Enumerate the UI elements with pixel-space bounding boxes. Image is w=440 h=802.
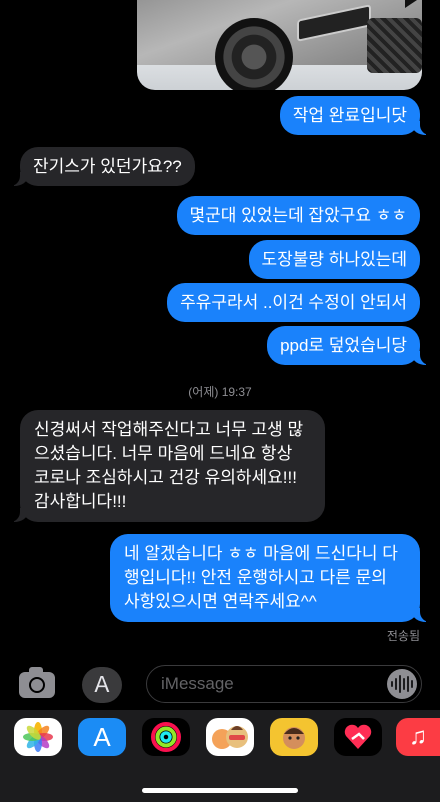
- delivered-status: 전송됨: [386, 629, 420, 643]
- animoji-icon[interactable]: [270, 718, 318, 756]
- message-bubble-incoming[interactable]: 신경써서 작업해주신다고 너무 고생 많으셨습니다. 너무 마음에 드네요 항상…: [6, 410, 325, 522]
- music-icon[interactable]: ♫: [396, 718, 440, 756]
- message-thread[interactable]: 작업 완료입니닷 잔기스가 있던가요?? 몇군대 있었는데 잡았구요 ㅎㅎ 도장…: [0, 0, 440, 660]
- message-timestamp: (어제) 19:37: [188, 385, 252, 399]
- car-wheel: [215, 18, 293, 90]
- message-bubble-outgoing[interactable]: ppd로 덮었습니당: [267, 326, 434, 365]
- activity-icon[interactable]: [142, 718, 190, 756]
- message-bubble-outgoing[interactable]: 도장불량 하나있는데: [248, 240, 420, 279]
- compose-bar: Ａ iMessage: [0, 660, 440, 710]
- appstore-icon[interactable]: A: [78, 718, 126, 756]
- photos-icon[interactable]: [14, 718, 62, 756]
- message-bubble-outgoing[interactable]: 네 알겠습니다 ㅎㅎ 마음에 드신다니 다행입니다!! 안전 운행하시고 다른 …: [110, 534, 434, 622]
- message-input[interactable]: iMessage: [146, 665, 422, 703]
- voice-message-icon[interactable]: [387, 669, 417, 699]
- digital-touch-icon[interactable]: [334, 718, 382, 756]
- camera-icon[interactable]: [19, 667, 55, 698]
- home-indicator: [142, 788, 298, 793]
- message-bubble-outgoing[interactable]: 주유구라서 ..이건 수정이 안되서: [167, 283, 420, 322]
- car-grille: [367, 18, 422, 73]
- play-icon: [405, 0, 417, 8]
- car-photo-attachment[interactable]: [137, 0, 422, 90]
- appstore-a-icon: Ａ: [90, 672, 113, 697]
- message-bubble-outgoing[interactable]: 작업 완료입니닷: [279, 96, 435, 135]
- memoji-stickers-icon[interactable]: [206, 718, 254, 756]
- message-input-placeholder: iMessage: [161, 674, 234, 693]
- message-bubble-outgoing[interactable]: 몇군대 있었는데 잡았구요 ㅎㅎ: [176, 196, 420, 235]
- app-drawer: A ♫: [0, 710, 440, 802]
- message-bubble-incoming[interactable]: 잔기스가 있던가요??: [6, 147, 195, 186]
- app-store-button[interactable]: Ａ: [82, 667, 122, 703]
